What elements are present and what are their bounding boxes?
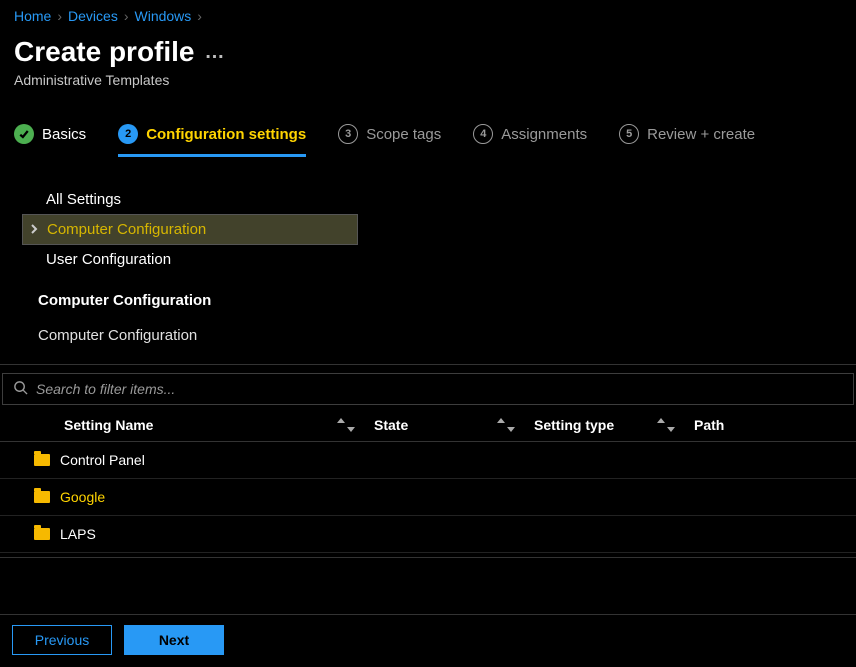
chevron-right-icon: › (57, 8, 62, 24)
divider (0, 557, 856, 558)
step-label: Basics (42, 126, 86, 143)
row-name: LAPS (60, 526, 96, 542)
column-label: State (374, 417, 408, 433)
page-title-text: Create profile (14, 36, 195, 68)
search-box[interactable] (2, 373, 854, 405)
column-setting-name[interactable]: Setting Name (64, 417, 374, 433)
tree-item-label: All Settings (46, 191, 121, 208)
tree-item-all-settings[interactable]: All Settings (22, 185, 358, 214)
wizard-steps: Basics 2 Configuration settings 3 Scope … (0, 106, 856, 167)
column-label: Path (694, 417, 724, 433)
page-subtitle: Administrative Templates (14, 72, 842, 88)
tree-item-computer-configuration[interactable]: Computer Configuration (22, 214, 358, 245)
step-number-badge: 2 (118, 124, 138, 144)
column-setting-type[interactable]: Setting type (534, 417, 694, 433)
step-label: Review + create (647, 126, 755, 143)
search-icon (13, 380, 28, 398)
step-label: Configuration settings (146, 126, 306, 143)
cell-name: Control Panel (34, 452, 344, 468)
table-row[interactable]: Google (0, 479, 856, 516)
tree-item-label: User Configuration (46, 251, 171, 268)
step-basics[interactable]: Basics (14, 124, 86, 157)
table-row[interactable]: LAPS (0, 516, 856, 553)
settings-tree: All Settings Computer Configuration User… (22, 185, 358, 274)
chevron-right-icon: › (124, 8, 129, 24)
chevron-right-icon: › (197, 8, 202, 24)
chevron-right-icon (29, 221, 39, 238)
grid-header: Setting Name State Setting type Path (0, 409, 856, 442)
step-review-create[interactable]: 5 Review + create (619, 124, 755, 157)
tree-item-label: Computer Configuration (47, 221, 206, 238)
sort-icon (656, 418, 676, 432)
section-heading: Computer Configuration (22, 274, 856, 317)
cell-name: LAPS (34, 526, 344, 542)
step-assignments[interactable]: 4 Assignments (473, 124, 587, 157)
tree-item-user-configuration[interactable]: User Configuration (22, 245, 358, 274)
folder-icon (34, 528, 50, 540)
column-state[interactable]: State (374, 417, 534, 433)
folder-icon (34, 454, 50, 466)
folder-icon (34, 491, 50, 503)
sort-icon (336, 418, 356, 432)
cell-name: Google (34, 489, 344, 505)
row-name: Google (60, 489, 105, 505)
step-number-badge: 5 (619, 124, 639, 144)
column-path[interactable]: Path (694, 417, 848, 433)
column-label: Setting Name (64, 417, 153, 433)
page-header: Create profile … Administrative Template… (0, 32, 856, 106)
step-label: Scope tags (366, 126, 441, 143)
next-button[interactable]: Next (124, 625, 224, 655)
page-title: Create profile … (14, 36, 227, 68)
breadcrumb-home[interactable]: Home (14, 8, 51, 24)
step-number-badge: 3 (338, 124, 358, 144)
step-configuration-settings[interactable]: 2 Configuration settings (118, 124, 306, 157)
sort-icon (496, 418, 516, 432)
step-number-badge: 4 (473, 124, 493, 144)
step-label: Assignments (501, 126, 587, 143)
previous-button[interactable]: Previous (12, 625, 112, 655)
row-name: Control Panel (60, 452, 145, 468)
search-input[interactable] (36, 381, 843, 397)
table-row[interactable]: Control Panel (0, 442, 856, 479)
wizard-footer: Previous Next (0, 614, 856, 667)
breadcrumb-devices[interactable]: Devices (68, 8, 118, 24)
config-body: All Settings Computer Configuration User… (0, 167, 856, 358)
more-icon[interactable]: … (205, 41, 227, 64)
breadcrumb-windows[interactable]: Windows (135, 8, 192, 24)
column-label: Setting type (534, 417, 614, 433)
check-icon (14, 124, 34, 144)
breadcrumb: Home › Devices › Windows › (0, 0, 856, 32)
section-path: Computer Configuration (22, 317, 856, 358)
step-scope-tags[interactable]: 3 Scope tags (338, 124, 441, 157)
search-area: Setting Name State Setting type Path (0, 364, 856, 558)
